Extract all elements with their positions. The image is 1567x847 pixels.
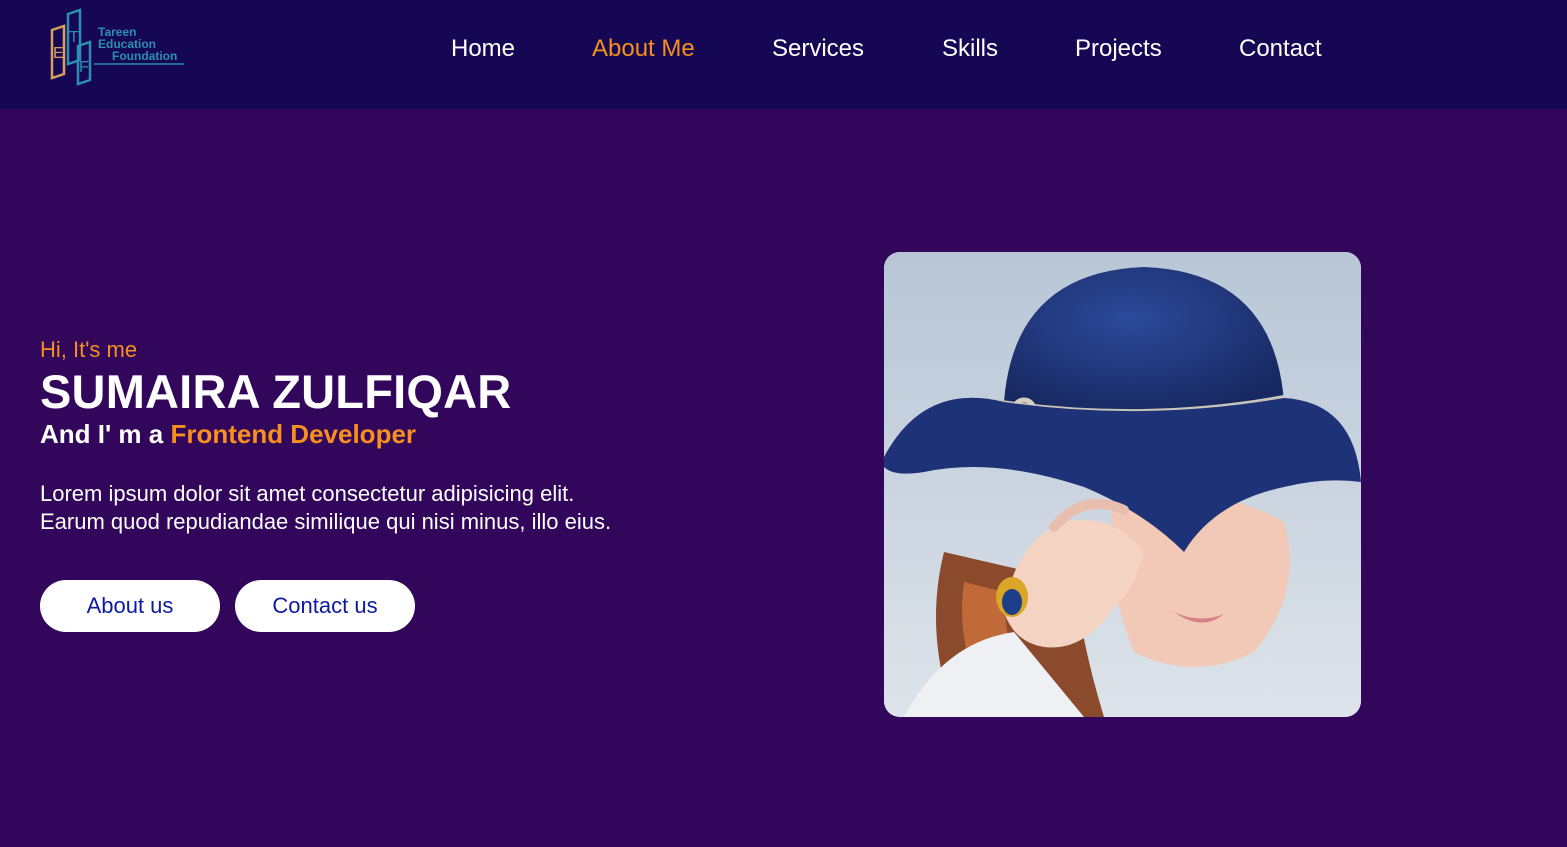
- nav-item-projects[interactable]: Projects: [1075, 34, 1162, 64]
- hero-description: Lorem ipsum dolor sit amet consectetur a…: [40, 480, 700, 536]
- svg-text:E: E: [53, 45, 64, 62]
- profile-photo-illustration: [884, 252, 1361, 717]
- nav-item-home[interactable]: Home: [451, 34, 515, 64]
- greeting: Hi, It's me: [40, 337, 138, 362]
- nav-item-about-me[interactable]: About Me: [592, 34, 695, 64]
- description-line-2: Earum quod repudiandae similique qui nis…: [40, 509, 612, 534]
- hero-name: SUMAIRA ZULFIQAR: [40, 365, 512, 418]
- hero-intro: Hi, It's me SUMAIRA ZULFIQAR And I' m a …: [40, 336, 740, 536]
- role-prefix: And I' m a: [40, 419, 164, 449]
- description-line-1: Lorem ipsum dolor sit amet consectetur a…: [40, 481, 575, 506]
- nav-item-services[interactable]: Services: [772, 34, 864, 64]
- nav-item-contact[interactable]: Contact: [1239, 34, 1322, 64]
- logo[interactable]: E T F Tareen Education Foundation: [48, 8, 188, 88]
- profile-photo: [884, 252, 1361, 717]
- logo-line-3: Foundation: [112, 49, 178, 63]
- nav-item-skills[interactable]: Skills: [942, 34, 998, 64]
- role-highlight: Frontend Developer: [170, 419, 417, 449]
- svg-text:T: T: [69, 29, 79, 46]
- hero-role: And I' m a Frontend Developer: [40, 418, 740, 450]
- about-us-button[interactable]: About us: [40, 580, 220, 632]
- svg-text:F: F: [79, 59, 89, 76]
- contact-us-button[interactable]: Contact us: [235, 580, 415, 632]
- navbar: E T F Tareen Education Foundation Home A…: [0, 0, 1567, 109]
- logo-text: Tareen Education Foundation: [98, 26, 177, 62]
